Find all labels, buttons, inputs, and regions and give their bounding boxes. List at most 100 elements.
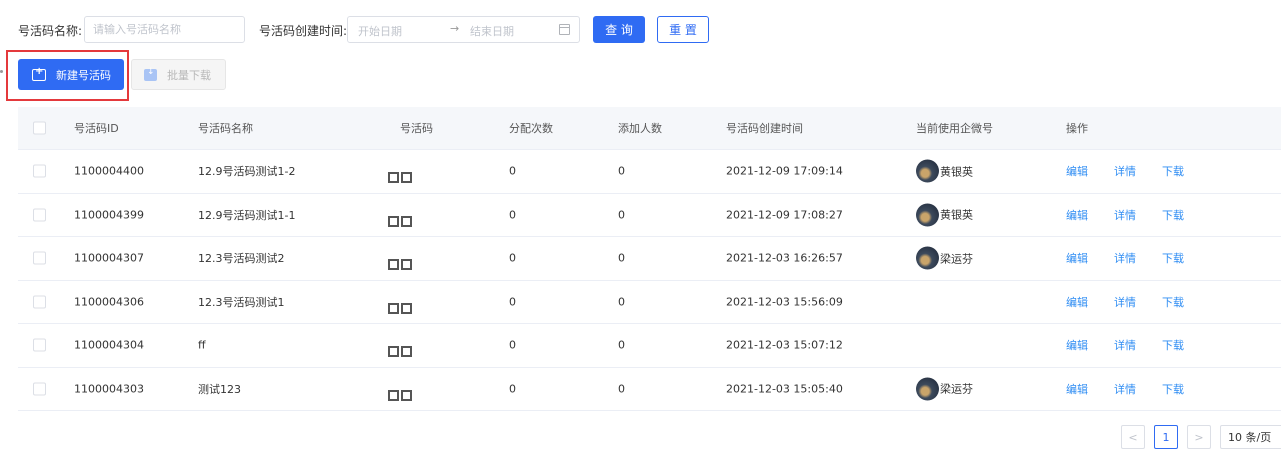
row-ops: 编辑 详情 下载 xyxy=(1066,381,1184,397)
row-user: 梁运芬 xyxy=(916,246,973,270)
page-number-current[interactable]: 1 xyxy=(1154,425,1178,449)
row-added: 0 xyxy=(618,295,625,309)
edit-link[interactable]: 编辑 xyxy=(1066,296,1088,309)
table-header: 号活码ID 号活码名称 号活码 分配次数 添加人数 号活码创建时间 当前使用企微… xyxy=(18,107,1281,150)
next-page-button[interactable]: > xyxy=(1187,425,1211,449)
detail-link[interactable]: 详情 xyxy=(1114,296,1136,309)
table-row: 1100004306 12.3号活码测试1 0 0 2021-12-03 15:… xyxy=(18,280,1281,324)
row-added: 0 xyxy=(618,251,625,265)
row-added: 0 xyxy=(618,164,625,178)
edit-link[interactable]: 编辑 xyxy=(1066,209,1088,222)
row-id: 1100004303 xyxy=(74,382,144,396)
calendar-icon xyxy=(559,24,570,35)
edit-link[interactable]: 编辑 xyxy=(1066,339,1088,352)
download-link[interactable]: 下载 xyxy=(1162,209,1184,222)
new-code-button[interactable]: 新建号活码 xyxy=(18,59,124,90)
row-id: 1100004306 xyxy=(74,295,144,309)
row-checkbox[interactable] xyxy=(33,338,46,352)
table-row: 1100004399 12.9号活码测试1-1 0 0 2021-12-09 1… xyxy=(18,193,1281,237)
row-checkbox[interactable] xyxy=(33,295,46,309)
download-link[interactable]: 下载 xyxy=(1162,165,1184,178)
row-user: 黄银英 xyxy=(916,159,973,183)
header-ops: 操作 xyxy=(1066,122,1088,135)
new-code-label: 新建号活码 xyxy=(56,68,111,82)
row-user: 黄银英 xyxy=(916,203,973,227)
row-checkbox[interactable] xyxy=(33,164,46,178)
table-row: 1100004304 ff 0 0 2021-12-03 15:07:12 编辑… xyxy=(18,324,1281,368)
avatar xyxy=(916,159,939,183)
row-time: 2021-12-03 15:07:12 xyxy=(726,338,843,352)
name-search-input[interactable] xyxy=(84,16,245,43)
row-ops: 编辑 详情 下载 xyxy=(1066,294,1184,310)
time-filter-label: 号活码创建时间: xyxy=(259,24,348,38)
row-user-name: 梁运芬 xyxy=(940,382,973,396)
avatar xyxy=(916,246,939,270)
header-time: 号活码创建时间 xyxy=(726,122,803,135)
row-id: 1100004400 xyxy=(74,164,144,178)
row-added: 0 xyxy=(618,338,625,352)
edit-link[interactable]: 编辑 xyxy=(1066,252,1088,265)
date-range-picker[interactable]: 开始日期 → 结束日期 xyxy=(347,16,580,43)
row-name: 12.3号活码测试1 xyxy=(198,295,285,309)
row-checkbox[interactable] xyxy=(33,382,46,396)
batch-download-label: 批量下载 xyxy=(167,68,211,82)
download-link[interactable]: 下载 xyxy=(1162,296,1184,309)
row-time: 2021-12-03 15:56:09 xyxy=(726,295,843,309)
row-name: 12.3号活码测试2 xyxy=(198,252,285,266)
row-ops: 编辑 详情 下载 xyxy=(1066,207,1184,223)
row-alloc: 0 xyxy=(509,338,516,352)
table-row: 1100004400 12.9号活码测试1-2 0 0 2021-12-09 1… xyxy=(18,150,1281,194)
select-all-checkbox[interactable] xyxy=(33,121,46,135)
pagination: < 1 > 10 条/页 xyxy=(1121,425,1281,449)
row-time: 2021-12-03 16:26:57 xyxy=(726,251,843,265)
row-name: ff xyxy=(198,338,206,352)
row-ops: 编辑 详情 下载 xyxy=(1066,250,1184,266)
table-row: 1100004307 12.3号活码测试2 0 0 2021-12-03 16:… xyxy=(18,237,1281,281)
row-name: 12.9号活码测试1-1 xyxy=(198,208,296,222)
row-added: 0 xyxy=(618,382,625,396)
edit-link[interactable]: 编辑 xyxy=(1066,383,1088,396)
row-user: 梁运芬 xyxy=(916,377,973,401)
header-user: 当前使用企微号 xyxy=(916,122,993,135)
left-edge-marker xyxy=(0,70,3,73)
code-table: 号活码ID 号活码名称 号活码 分配次数 添加人数 号活码创建时间 当前使用企微… xyxy=(18,107,1281,411)
page-size-select[interactable]: 10 条/页 xyxy=(1220,425,1281,449)
row-user-name: 黄银英 xyxy=(940,208,973,222)
add-code-icon xyxy=(32,66,46,81)
row-checkbox[interactable] xyxy=(33,251,46,265)
row-alloc: 0 xyxy=(509,164,516,178)
row-checkbox[interactable] xyxy=(33,208,46,222)
row-alloc: 0 xyxy=(509,382,516,396)
row-time: 2021-12-09 17:08:27 xyxy=(726,208,843,222)
detail-link[interactable]: 详情 xyxy=(1114,339,1136,352)
row-name: 测试123 xyxy=(198,382,241,396)
date-separator-arrow-icon: → xyxy=(450,22,460,35)
query-button[interactable]: 查 询 xyxy=(593,16,645,43)
download-link[interactable]: 下载 xyxy=(1162,339,1184,352)
detail-link[interactable]: 详情 xyxy=(1114,252,1136,265)
row-alloc: 0 xyxy=(509,208,516,222)
detail-link[interactable]: 详情 xyxy=(1114,209,1136,222)
header-qr: 号活码 xyxy=(400,122,433,135)
row-alloc: 0 xyxy=(509,295,516,309)
header-name: 号活码名称 xyxy=(198,122,253,135)
row-id: 1100004307 xyxy=(74,251,144,265)
avatar xyxy=(916,203,939,227)
row-user-name: 梁运芬 xyxy=(940,252,973,266)
detail-link[interactable]: 详情 xyxy=(1114,165,1136,178)
row-id: 1100004304 xyxy=(74,338,144,352)
download-icon xyxy=(144,67,157,81)
date-end-input[interactable]: 结束日期 xyxy=(470,23,514,39)
batch-download-button[interactable]: 批量下载 xyxy=(131,59,226,90)
download-link[interactable]: 下载 xyxy=(1162,252,1184,265)
date-start-input[interactable]: 开始日期 xyxy=(358,23,402,39)
reset-button[interactable]: 重 置 xyxy=(657,16,709,43)
row-alloc: 0 xyxy=(509,251,516,265)
detail-link[interactable]: 详情 xyxy=(1114,383,1136,396)
download-link[interactable]: 下载 xyxy=(1162,383,1184,396)
prev-page-button[interactable]: < xyxy=(1121,425,1145,449)
header-alloc: 分配次数 xyxy=(509,122,553,135)
name-filter-label: 号活码名称: xyxy=(18,24,83,38)
edit-link[interactable]: 编辑 xyxy=(1066,165,1088,178)
table-row: 1100004303 测试123 0 0 2021-12-03 15:05:40… xyxy=(18,367,1281,411)
